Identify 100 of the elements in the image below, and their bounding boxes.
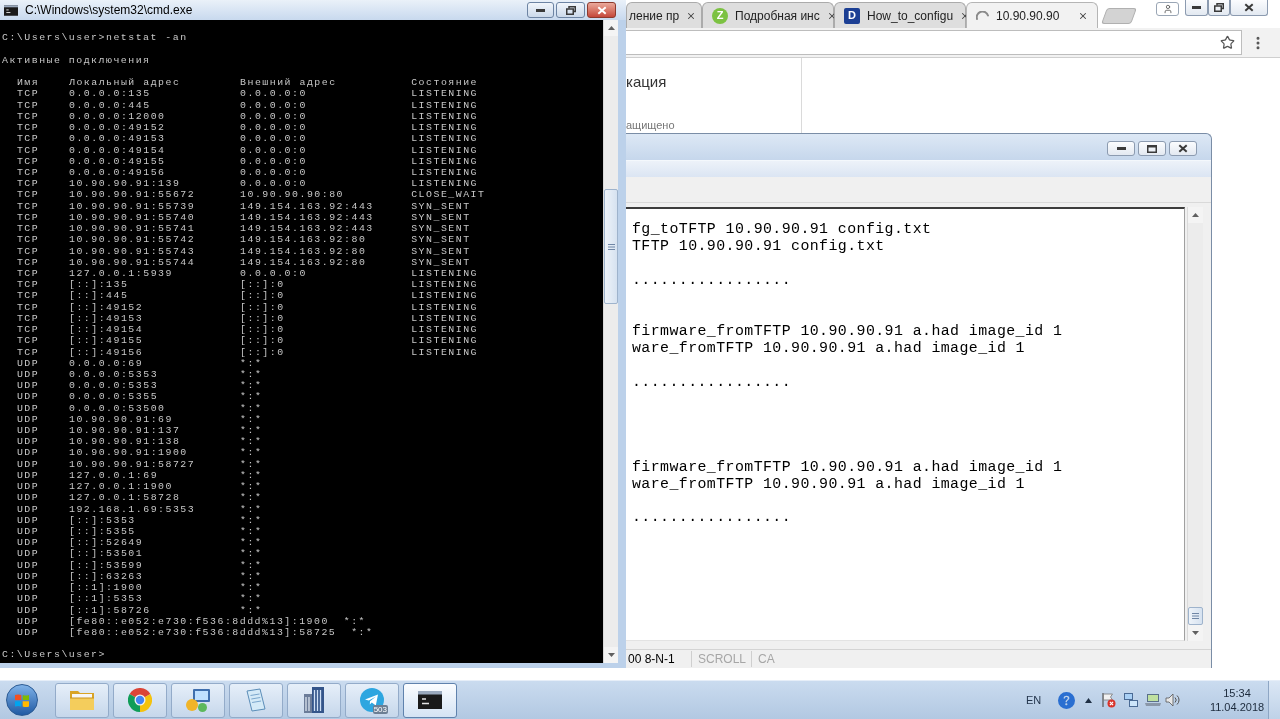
protocol-text: TCP	[16, 110, 40, 123]
close-icon	[1244, 3, 1254, 12]
foreign-address-text: *:*	[240, 357, 263, 369]
triangle-up-icon[interactable]	[1085, 697, 1092, 703]
close-icon[interactable]	[1078, 10, 1088, 21]
restore-button[interactable]	[1208, 0, 1230, 16]
state-text: SYN_SENT	[411, 211, 471, 224]
foreign-address-text: *:*	[240, 604, 263, 616]
site-logo: Z	[712, 7, 728, 24]
browser-tab[interactable]: Z Подробная инс	[702, 2, 834, 28]
scrollbar-thumb[interactable]	[604, 189, 618, 304]
local-address-text: [::]:49155	[68, 335, 144, 347]
local-address-text: [::]:445	[68, 290, 129, 302]
notepad-icon	[245, 688, 267, 712]
close-button[interactable]	[1230, 0, 1268, 16]
foreign-address-text: 149.154.163.92:80	[240, 234, 367, 246]
protocol-text: TCP	[16, 301, 40, 313]
local-address-text: 0.0.0.0:5355	[68, 391, 159, 403]
protocol-text: TCP	[16, 324, 40, 336]
protocol-text: UDP	[16, 559, 40, 571]
scrollbar-thumb[interactable]	[1188, 606, 1203, 625]
foreign-address-text: *:*	[240, 469, 263, 482]
foreign-address-text: 149.154.163.92:80	[240, 256, 367, 268]
help-icon[interactable]	[1058, 691, 1075, 709]
state-text: LISTENING	[411, 133, 478, 145]
local-address-text: [::]:49154	[68, 324, 144, 336]
local-address-text: 0.0.0.0:49155	[68, 155, 166, 167]
terminal-line: ware_fromTFTP 10.90.90.91 a.had image_id 1	[632, 475, 1025, 493]
maximize-button[interactable]	[1138, 141, 1166, 156]
protocol-text: UDP	[16, 548, 40, 560]
triangle-up-icon	[607, 26, 615, 30]
protocol-text: TCP	[16, 178, 40, 190]
local-address-text: [::]:49153	[68, 312, 144, 325]
speaker-icon[interactable]	[1165, 693, 1181, 707]
local-address-text: 10.90.90.91:55672	[68, 189, 196, 201]
flag-error-icon[interactable]	[1100, 692, 1116, 708]
taskbar-button[interactable]	[403, 682, 457, 718]
foreign-address-text: *:*	[240, 492, 263, 504]
scroll-down-button[interactable]	[1188, 624, 1203, 641]
local-address-text: 10.90.90.91:138	[68, 436, 181, 448]
taskbar-button[interactable]: 503	[345, 682, 399, 718]
laptop-icon[interactable]	[1145, 693, 1161, 707]
protocol-text: UDP	[16, 582, 40, 594]
folder-icon	[69, 689, 95, 711]
restore-button[interactable]	[556, 2, 585, 18]
close-icon[interactable]	[686, 10, 697, 21]
protocol-text: UDP	[16, 469, 40, 482]
browser-tab[interactable]: D How_to_configu	[834, 2, 966, 28]
local-address-text: 0.0.0.0:53500	[68, 402, 166, 414]
foreign-address-text: *:*	[240, 458, 263, 470]
local-address-text: 10.90.90.91:69	[68, 413, 173, 426]
protocol-text: UDP	[16, 447, 40, 459]
scroll-up-button[interactable]	[604, 20, 618, 36]
foreign-address-text: 0.0.0.0:0	[240, 122, 307, 134]
local-address-text: [::]:53599	[68, 559, 144, 571]
protocol-text: UDP	[16, 391, 40, 403]
local-address-text: 0.0.0.0:69	[68, 357, 144, 369]
foreign-address-text: *:*	[240, 413, 263, 426]
close-button[interactable]	[587, 2, 616, 18]
triangle-down-icon	[607, 653, 615, 657]
local-address-text: 10.90.90.91:55739	[68, 200, 196, 212]
foreign-address-text: 0.0.0.0:0	[240, 88, 307, 100]
foreign-address-text: *:*	[240, 537, 263, 549]
clock-time: 15:34	[1223, 686, 1251, 700]
foreign-address-text: *:*	[240, 425, 263, 437]
scroll-up-button[interactable]	[1188, 206, 1203, 223]
status-text: SCROLL	[698, 650, 747, 668]
language-indicator[interactable]: EN	[1026, 693, 1040, 707]
console-heading: Активные подключения	[2, 54, 151, 67]
tab-title: How_to_configu	[867, 7, 954, 25]
local-address-text: 127.0.0.1:5939	[68, 268, 173, 280]
minimize-button[interactable]	[1185, 0, 1208, 16]
close-button[interactable]	[1169, 141, 1197, 156]
network-icon[interactable]	[1123, 692, 1139, 708]
profile-button[interactable]	[1156, 2, 1179, 16]
minimize-button[interactable]	[527, 2, 554, 18]
browser-tab[interactable]: ление пр	[626, 2, 702, 28]
local-address-text: [::1]:58726	[68, 604, 151, 616]
minimize-button[interactable]	[1107, 141, 1135, 156]
state-text: LISTENING	[411, 178, 478, 190]
scroll-down-button[interactable]	[604, 647, 618, 663]
browser-tab[interactable]: 10.90.90.90	[966, 2, 1098, 28]
local-address-text: 0.0.0.0:49153	[68, 133, 166, 145]
state-text: LISTENING	[411, 346, 478, 358]
star-icon[interactable]	[1220, 35, 1235, 50]
local-address-text: 10.90.90.91:55740	[68, 211, 196, 224]
start-button[interactable]	[6, 684, 38, 716]
state-text: LISTENING	[411, 301, 478, 313]
address-field[interactable]	[626, 30, 1242, 55]
protocol-text: UDP	[16, 615, 40, 627]
unread-count-badge: 503	[372, 704, 388, 714]
foreign-address-text: *:*	[240, 593, 263, 605]
tab-title: 10.90.90.90	[996, 7, 1061, 25]
foreign-address-text: *:*	[240, 548, 263, 560]
taskbar-button[interactable]	[287, 682, 341, 718]
state-text: LISTENING	[411, 88, 478, 100]
protocol-text: TCP	[16, 155, 40, 167]
foreign-address-text: 10.90.90.90:80	[240, 189, 345, 201]
foreign-address-text: 0.0.0.0:0	[240, 178, 307, 190]
local-address-text: 0.0.0.0:5353	[68, 380, 159, 392]
